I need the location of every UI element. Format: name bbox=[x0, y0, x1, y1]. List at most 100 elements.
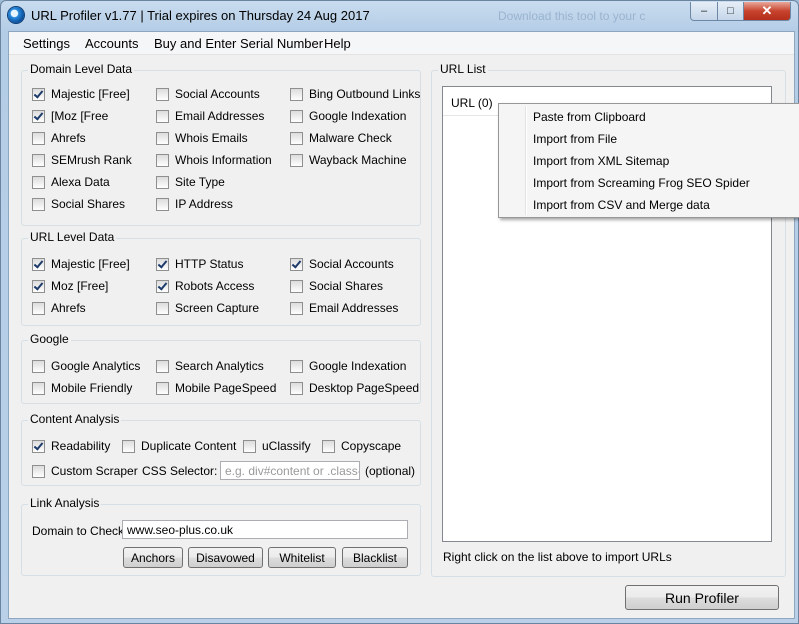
domain-alexa-checkbox[interactable]: Alexa Data bbox=[32, 175, 110, 189]
copyscape-checkbox[interactable]: Copyscape bbox=[322, 439, 401, 453]
domain-google-indexation-checkbox[interactable]: Google Indexation bbox=[290, 109, 406, 123]
title-bar[interactable]: URL Profiler v1.77 | Trial expires on Th… bbox=[1, 1, 798, 31]
domain-social-shares-checkbox[interactable]: Social Shares bbox=[32, 197, 125, 211]
google-indexation-checkbox[interactable]: Google Indexation bbox=[290, 359, 406, 373]
checkbox-label: uClassify bbox=[262, 439, 311, 453]
maximize-icon: □ bbox=[727, 5, 734, 17]
checkbox-label: Google Indexation bbox=[309, 109, 407, 123]
domain-whois-emails-checkbox[interactable]: Whois Emails bbox=[156, 131, 248, 145]
desktop-pagespeed-checkbox[interactable]: Desktop PageSpeed bbox=[290, 381, 419, 395]
checkbox-box bbox=[156, 359, 169, 373]
domain-to-check-input[interactable]: www.seo-plus.co.uk bbox=[122, 520, 408, 539]
minimize-button[interactable]: – bbox=[690, 2, 718, 21]
checkbox-box bbox=[290, 301, 303, 315]
url-list-hint: Right click on the list above to import … bbox=[443, 550, 672, 564]
domain-level-legend: Domain Level Data bbox=[28, 62, 135, 76]
url-social-accounts-checkbox[interactable]: Social Accounts bbox=[290, 257, 394, 271]
domain-site-type-checkbox[interactable]: Site Type bbox=[156, 175, 225, 189]
maximize-button[interactable]: □ bbox=[717, 2, 744, 21]
domain-bing-outbound-checkbox[interactable]: Bing Outbound Links bbox=[290, 87, 420, 101]
link-analysis-legend: Link Analysis bbox=[28, 496, 102, 510]
domain-semrush-checkbox[interactable]: SEMrush Rank bbox=[32, 153, 132, 167]
mobile-friendly-checkbox[interactable]: Mobile Friendly bbox=[32, 381, 132, 395]
url-level-legend: URL Level Data bbox=[28, 230, 117, 244]
ctx-import-csv-merge[interactable]: Import from CSV and Merge data bbox=[533, 198, 710, 212]
domain-ip-address-checkbox[interactable]: IP Address bbox=[156, 197, 233, 211]
import-context-menu: Paste from Clipboard Import from File Im… bbox=[498, 103, 799, 218]
domain-wayback-checkbox[interactable]: Wayback Machine bbox=[290, 153, 407, 167]
url-moz-checkbox[interactable]: Moz [Free] bbox=[32, 279, 108, 293]
url-list-header[interactable]: URL (0) bbox=[451, 96, 493, 110]
url-ahrefs-checkbox[interactable]: Ahrefs bbox=[32, 301, 86, 315]
checkbox-box bbox=[322, 439, 335, 453]
checkbox-box bbox=[290, 153, 303, 167]
mobile-pagespeed-checkbox[interactable]: Mobile PageSpeed bbox=[156, 381, 276, 395]
domain-majestic-checkbox[interactable]: Majestic [Free] bbox=[32, 87, 130, 101]
minimize-icon: – bbox=[700, 5, 708, 17]
css-selector-input[interactable]: e.g. div#content or .class-na bbox=[220, 461, 360, 480]
checkbox-label: Whois Emails bbox=[175, 131, 248, 145]
close-button[interactable]: ✕ bbox=[743, 2, 791, 21]
ctx-import-xml-sitemap[interactable]: Import from XML Sitemap bbox=[533, 154, 669, 168]
checkbox-label: Social Accounts bbox=[175, 87, 260, 101]
checkbox-box bbox=[156, 197, 169, 211]
ctx-import-file[interactable]: Import from File bbox=[533, 132, 617, 146]
domain-ahrefs-checkbox[interactable]: Ahrefs bbox=[32, 131, 86, 145]
url-majestic-checkbox[interactable]: Majestic [Free] bbox=[32, 257, 130, 271]
checkbox-box bbox=[156, 279, 169, 293]
duplicate-content-checkbox[interactable]: Duplicate Content bbox=[122, 439, 236, 453]
domain-moz-checkbox[interactable]: [Moz [Free bbox=[32, 109, 108, 123]
client-area: Settings Accounts Buy and Enter Serial N… bbox=[8, 31, 799, 619]
checkbox-box bbox=[156, 131, 169, 145]
run-profiler-button[interactable]: Run Profiler bbox=[625, 585, 779, 610]
checkbox-box bbox=[32, 464, 45, 478]
disavowed-button[interactable]: Disavowed bbox=[188, 547, 263, 568]
menu-accounts[interactable]: Accounts bbox=[85, 36, 138, 51]
domain-whois-info-checkbox[interactable]: Whois Information bbox=[156, 153, 272, 167]
uclassify-checkbox[interactable]: uClassify bbox=[243, 439, 311, 453]
checkbox-box bbox=[290, 257, 303, 271]
ctx-import-screaming-frog[interactable]: Import from Screaming Frog SEO Spider bbox=[533, 176, 750, 190]
checkbox-label: Alexa Data bbox=[51, 175, 110, 189]
readability-checkbox[interactable]: Readability bbox=[32, 439, 110, 453]
checkbox-box bbox=[32, 87, 45, 101]
google-analytics-checkbox[interactable]: Google Analytics bbox=[32, 359, 140, 373]
checkbox-label: SEMrush Rank bbox=[51, 153, 132, 167]
anchors-button[interactable]: Anchors bbox=[123, 547, 183, 568]
app-window: URL Profiler v1.77 | Trial expires on Th… bbox=[0, 0, 799, 624]
domain-malware-checkbox[interactable]: Malware Check bbox=[290, 131, 392, 145]
checkbox-box bbox=[156, 87, 169, 101]
checkbox-box bbox=[290, 359, 303, 373]
menu-settings[interactable]: Settings bbox=[23, 36, 70, 51]
checkbox-label: Screen Capture bbox=[175, 301, 260, 315]
url-screen-capture-checkbox[interactable]: Screen Capture bbox=[156, 301, 259, 315]
url-http-status-checkbox[interactable]: HTTP Status bbox=[156, 257, 243, 271]
url-social-shares-checkbox[interactable]: Social Shares bbox=[290, 279, 383, 293]
ctx-paste-clipboard[interactable]: Paste from Clipboard bbox=[533, 110, 646, 124]
url-robots-access-checkbox[interactable]: Robots Access bbox=[156, 279, 254, 293]
menu-buy-serial[interactable]: Buy and Enter Serial Number bbox=[154, 36, 323, 51]
domain-social-accounts-checkbox[interactable]: Social Accounts bbox=[156, 87, 260, 101]
checkbox-box bbox=[32, 153, 45, 167]
blacklist-button[interactable]: Blacklist bbox=[342, 547, 408, 568]
whitelist-button[interactable]: Whitelist bbox=[268, 547, 336, 568]
search-analytics-checkbox[interactable]: Search Analytics bbox=[156, 359, 264, 373]
checkbox-box bbox=[32, 109, 45, 123]
checkbox-box bbox=[156, 109, 169, 123]
url-level-group: URL Level Data Majestic [Free] Moz [Free… bbox=[21, 230, 421, 326]
checkbox-box bbox=[32, 279, 45, 293]
checkbox-label: Email Addresses bbox=[175, 109, 265, 123]
checkbox-label: Ahrefs bbox=[51, 131, 86, 145]
custom-scraper-checkbox[interactable]: Custom Scraper bbox=[32, 464, 138, 478]
checkbox-box bbox=[32, 197, 45, 211]
checkbox-box bbox=[32, 381, 45, 395]
content-analysis-legend: Content Analysis bbox=[28, 412, 122, 426]
url-email-addresses-checkbox[interactable]: Email Addresses bbox=[290, 301, 398, 315]
checkbox-label: Majestic [Free] bbox=[51, 87, 130, 101]
checkbox-label: Duplicate Content bbox=[141, 439, 237, 453]
checkbox-box bbox=[290, 131, 303, 145]
checkbox-label: [Moz [Free bbox=[51, 109, 109, 123]
optional-label: (optional) bbox=[365, 464, 416, 478]
menu-help[interactable]: Help bbox=[324, 36, 351, 51]
domain-email-addresses-checkbox[interactable]: Email Addresses bbox=[156, 109, 264, 123]
